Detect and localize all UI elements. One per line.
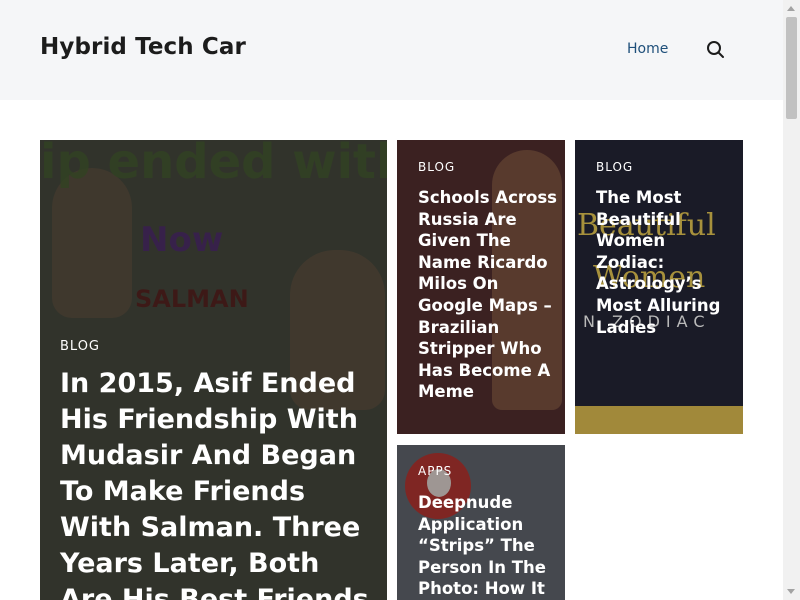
search-icon[interactable] <box>705 39 727 61</box>
post-title[interactable]: The Most Beautiful Women Zodiac: Astrolo… <box>596 187 736 338</box>
post-card[interactable]: BLOG Schools Across Russia Are Given The… <box>397 140 565 434</box>
site-title[interactable]: Hybrid Tech Car <box>40 34 246 60</box>
post-title[interactable]: In 2015, Asif Ended His Friendship With … <box>60 366 378 600</box>
post-category[interactable]: BLOG <box>60 339 100 354</box>
scroll-down-arrow-icon[interactable] <box>787 589 795 594</box>
site-header: Hybrid Tech Car Home <box>0 0 783 100</box>
post-card[interactable]: APPS Deepnude Application “Strips” The P… <box>397 445 565 600</box>
post-category[interactable]: BLOG <box>418 160 455 174</box>
post-title[interactable]: Schools Across Russia Are Given The Name… <box>418 187 558 403</box>
post-title[interactable]: Deepnude Application “Strips” The Person… <box>418 492 558 600</box>
post-category[interactable]: BLOG <box>596 160 633 174</box>
nav-item-home[interactable]: Home <box>627 41 668 57</box>
post-card-featured[interactable]: ip ended with Mu Now SALMAN BLOG In 2015… <box>40 140 387 600</box>
thumbnail-gold-strip <box>575 406 743 434</box>
vertical-scrollbar[interactable] <box>783 0 800 600</box>
post-category[interactable]: APPS <box>418 464 452 478</box>
post-card[interactable]: Beautiful Women N ZODIAC BLOG The Most B… <box>575 140 743 434</box>
scrollbar-thumb[interactable] <box>786 17 797 119</box>
scroll-up-arrow-icon[interactable] <box>787 6 795 11</box>
